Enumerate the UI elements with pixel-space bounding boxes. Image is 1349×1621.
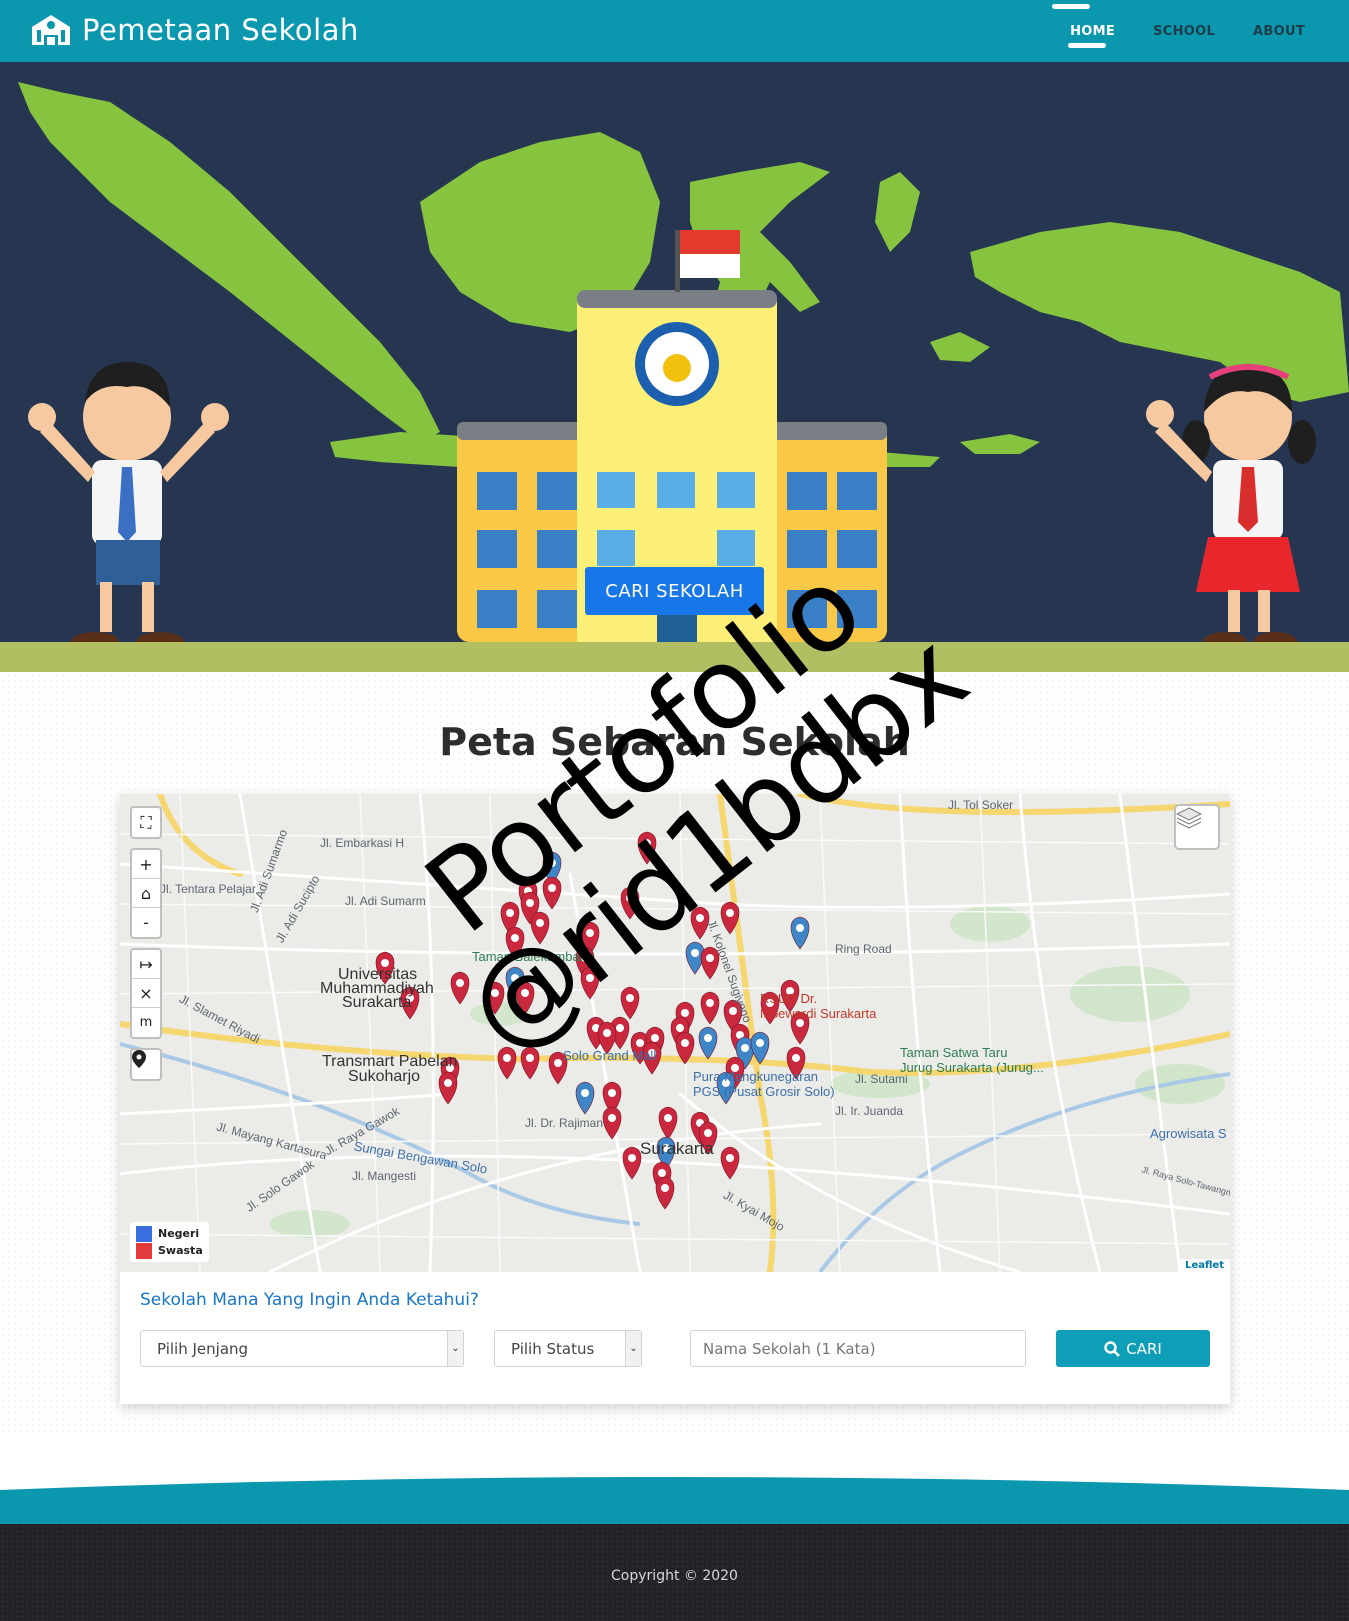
search-title: Sekolah Mana Yang Ingin Anda Ketahui? xyxy=(140,1290,479,1310)
nama-sekolah-input[interactable] xyxy=(690,1330,1026,1367)
map-label: Pura Mangkunegaran xyxy=(693,1069,819,1084)
location-pin-icon[interactable] xyxy=(132,1050,160,1079)
nav-school[interactable]: SCHOOL xyxy=(1149,24,1219,39)
map-label: Jl. Tentara Pelajar xyxy=(160,882,256,896)
nav-home[interactable]: HOME xyxy=(1052,3,1119,48)
chevron-down-icon: ⌄ xyxy=(447,1331,463,1366)
measure-unit-button[interactable]: m xyxy=(132,1008,160,1037)
map-card: Jl. Tol Soker Jl. Embarkasi H Jl. Adi Su… xyxy=(120,794,1230,1404)
map-label: Jl. Sutami xyxy=(855,1072,908,1086)
zoom-in-button[interactable]: + xyxy=(132,850,160,879)
zoom-control: + ⌂ - xyxy=(130,848,162,939)
map-label: RSUD Dr. xyxy=(760,991,818,1006)
search-icon xyxy=(1104,1340,1121,1357)
school-map[interactable]: Jl. Tol Soker Jl. Embarkasi H Jl. Adi Su… xyxy=(120,794,1230,1272)
school-icon xyxy=(32,15,70,45)
map-label: Jl. Tol Soker xyxy=(948,798,1014,812)
map-label: Solo Grand Mall xyxy=(563,1048,657,1063)
legend-item-swasta: Swasta xyxy=(136,1242,203,1259)
footer: Copyright © 2020 xyxy=(0,1524,1349,1621)
measure-control: ↦ × m xyxy=(130,948,162,1039)
ground-strip xyxy=(0,642,1349,672)
footer-wave xyxy=(0,1477,1349,1526)
legend-item-negeri: Negeri xyxy=(136,1225,203,1242)
status-select-value: Pilih Status xyxy=(511,1340,595,1358)
map-label: Surakarta xyxy=(640,1139,714,1158)
status-select[interactable]: Pilih Status ⌄ xyxy=(494,1330,642,1367)
copyright-text: Copyright © 2020 xyxy=(611,1568,738,1584)
jenjang-select[interactable]: Pilih Jenjang ⌄ xyxy=(140,1330,464,1367)
map-label: Taman Satwa Taru xyxy=(900,1045,1008,1060)
main-nav: HOME SCHOOL ABOUT xyxy=(1052,0,1309,62)
cari-sekolah-button[interactable]: CARI SEKOLAH xyxy=(585,567,764,615)
brand[interactable]: Pemetaan Sekolah xyxy=(30,10,359,50)
fullscreen-icon[interactable]: ⛶ xyxy=(132,808,160,837)
layers-icon[interactable] xyxy=(1174,804,1220,850)
legend-label: Negeri xyxy=(158,1227,200,1240)
map-legend: Negeri Swasta xyxy=(130,1222,209,1262)
measure-clear-button[interactable]: × xyxy=(132,979,160,1008)
brand-title: Pemetaan Sekolah xyxy=(82,13,359,47)
map-label: Ring Road xyxy=(835,942,892,956)
section-title: Peta Sebaran Sekolah xyxy=(439,720,910,764)
legend-swatch xyxy=(136,1225,152,1242)
map-label: Surakarta xyxy=(342,994,412,1011)
map-label: PGS (Pusat Grosir Solo) xyxy=(693,1084,835,1099)
zoom-out-button[interactable]: - xyxy=(132,908,160,937)
leaflet-attribution[interactable]: Leaflet xyxy=(1179,1259,1230,1272)
cari-button[interactable]: CARI xyxy=(1056,1330,1210,1367)
navbar: Pemetaan Sekolah HOME SCHOOL ABOUT xyxy=(0,0,1349,62)
measure-start-button[interactable]: ↦ xyxy=(132,950,160,979)
fullscreen-control[interactable]: ⛶ xyxy=(130,806,162,839)
map-label: Agrowisata S xyxy=(1150,1126,1227,1141)
home-icon[interactable]: ⌂ xyxy=(132,879,160,908)
map-tiles xyxy=(120,794,1230,1272)
map-label: Taman Balekambang xyxy=(472,949,595,964)
chevron-down-icon: ⌄ xyxy=(625,1331,641,1366)
nav-about[interactable]: ABOUT xyxy=(1249,24,1309,39)
map-label: Sukoharjo xyxy=(348,1068,421,1085)
map-label: Jl. Ir. Juanda xyxy=(835,1104,904,1118)
legend-label: Swasta xyxy=(158,1244,203,1257)
map-label: Jl. Embarkasi H xyxy=(320,836,405,850)
map-label: Jl. Mangesti xyxy=(352,1169,417,1183)
legend-swatch xyxy=(136,1242,152,1259)
map-label: Jl. Adi Sumarm xyxy=(345,894,426,908)
jenjang-select-value: Pilih Jenjang xyxy=(157,1340,249,1358)
cari-button-label: CARI xyxy=(1126,1339,1162,1358)
map-label: Jurug Surakarta (Jurug... xyxy=(900,1060,1044,1075)
locate-control[interactable] xyxy=(130,1048,162,1081)
map-label: Jl. Dr. Rajiman xyxy=(525,1116,604,1130)
map-label: Moewardi Surakarta xyxy=(760,1006,877,1021)
hero-banner: CARI SEKOLAH xyxy=(0,62,1349,672)
map-section: Peta Sebaran Sekolah Jl. Tol Soker Jl. E… xyxy=(0,672,1349,1432)
